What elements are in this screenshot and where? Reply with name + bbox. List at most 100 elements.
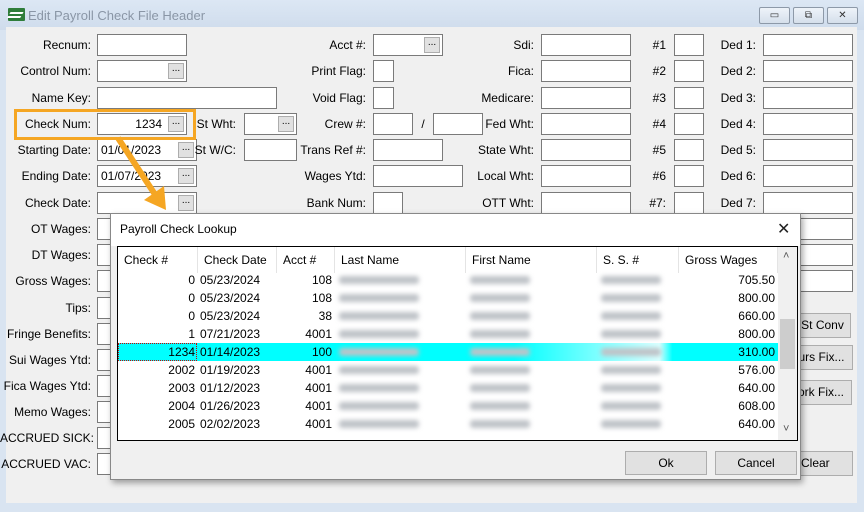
fringe-benefits-label: Fringe Benefits: [6, 327, 91, 341]
dialog-title: Payroll Check Lookup [120, 222, 237, 236]
redacted-last-name [339, 366, 419, 374]
deduction-extra-input[interactable] [800, 270, 853, 292]
deduction-input[interactable] [763, 165, 853, 187]
tax-label: Fica: [507, 64, 534, 78]
table-row[interactable]: 2005 02/02/2023 4001 640.00 [118, 415, 778, 433]
recnum-input[interactable] [97, 34, 187, 56]
cell-gross-wages: 576.00 [738, 363, 775, 377]
lookup-button[interactable]: ... [178, 195, 194, 211]
column-header-check-number[interactable]: Check # [118, 247, 198, 273]
cell-acct-number: 4001 [305, 381, 332, 395]
lookup-button[interactable]: ... [424, 37, 440, 53]
sui-wages-ytd-label: Sui Wages Ytd: [8, 353, 91, 367]
cell-check-number: 2002 [168, 363, 195, 377]
column-header-check-date[interactable]: Check Date [198, 247, 277, 273]
void-flag-label: Void Flag: [312, 91, 366, 105]
table-row[interactable]: 0 05/23/2024 108 800.00 [118, 289, 778, 307]
table-row[interactable]: 1234 01/14/2023 100 310.00 [118, 343, 778, 361]
redacted-last-name [339, 294, 419, 302]
cell-acct-number: 4001 [305, 417, 332, 431]
cell-gross-wages: 310.00 [738, 345, 775, 359]
redacted-first-name [470, 312, 530, 320]
column-header-ssn[interactable]: S. S. # [597, 247, 679, 273]
tax-label: Sdi: [513, 38, 534, 52]
check-lookup-grid[interactable]: ˄ ˅ Check # Check Date Acct # Last Name Firs… [117, 246, 798, 441]
cell-check-number: 0 [188, 309, 195, 323]
deduction-input[interactable] [763, 139, 853, 161]
deduction-input[interactable] [763, 34, 853, 56]
column-header-gross-wages[interactable]: Gross Wages [679, 247, 778, 273]
redacted-first-name [470, 366, 530, 374]
table-row[interactable]: 2002 01/19/2023 4001 576.00 [118, 361, 778, 379]
cell-check-number: 1234 [118, 343, 197, 361]
table-row[interactable]: 2004 01/26/2023 4001 608.00 [118, 397, 778, 415]
cell-check-date: 05/23/2024 [200, 273, 261, 287]
lookup-button[interactable]: ... [168, 63, 184, 79]
acct-input[interactable]: ... [373, 34, 443, 56]
ending-date-label: Ending Date: [21, 169, 91, 183]
control-num-label: Control Num: [20, 64, 91, 78]
deduction-extra-input[interactable] [800, 218, 853, 240]
redacted-first-name [470, 348, 530, 356]
st-0-label: St Wht: [196, 117, 236, 131]
lookup-button[interactable]: ... [178, 168, 194, 184]
tax-input[interactable] [541, 165, 631, 187]
tax-input[interactable] [541, 34, 631, 56]
control-num-input[interactable]: ... [97, 60, 187, 82]
scroll-down-icon[interactable]: ˅ [783, 423, 789, 435]
redacted-ssn [601, 294, 661, 302]
redacted-ssn [601, 330, 661, 338]
cell-acct-number: 108 [311, 273, 332, 287]
crew-input[interactable] [373, 113, 413, 135]
cell-gross-wages: 800.00 [738, 327, 775, 341]
deduction-input[interactable] [763, 192, 853, 214]
redacted-last-name [339, 312, 419, 320]
bank-num-label: Bank Num: [306, 196, 366, 210]
table-row[interactable]: 0 05/23/2024 108 705.50 [118, 271, 778, 289]
cell-check-date: 01/12/2023 [200, 381, 261, 395]
tax-input[interactable] [541, 192, 631, 214]
tips-label: Tips: [65, 301, 91, 315]
deduction-input[interactable] [763, 87, 853, 109]
redacted-first-name [470, 276, 530, 284]
void-flag-input[interactable] [373, 87, 394, 109]
cell-check-date: 05/23/2024 [200, 309, 261, 323]
tax-input[interactable] [541, 139, 631, 161]
cell-check-date: 02/02/2023 [200, 417, 261, 431]
tax-input[interactable] [541, 60, 631, 82]
column-header-acct-number[interactable]: Acct # [277, 247, 335, 273]
ok-button[interactable]: Ok [625, 451, 707, 475]
cell-check-date: 01/19/2023 [200, 363, 261, 377]
vertical-scrollbar[interactable]: ˄ ˅ [778, 247, 797, 440]
fica-wages-ytd-label: Fica Wages Ytd: [3, 379, 91, 393]
crew-separator: / [421, 117, 425, 131]
cancel-button[interactable]: Cancel [715, 451, 797, 475]
scrollbar-thumb[interactable] [780, 319, 795, 369]
deduction-label: Ded 5: [720, 143, 756, 157]
deduction-input[interactable] [763, 60, 853, 82]
scroll-up-icon[interactable]: ˄ [783, 250, 789, 262]
tax-input[interactable] [541, 87, 631, 109]
dialog-close-icon[interactable]: ✕ [777, 219, 790, 239]
wages-ytd-label: Wages Ytd: [304, 169, 366, 183]
cell-check-date: 05/23/2024 [200, 291, 261, 305]
deduction-extra-input[interactable] [800, 244, 853, 266]
deduction-input[interactable] [763, 113, 853, 135]
table-row[interactable]: 0 05/23/2024 38 660.00 [118, 307, 778, 325]
column-header-last-name[interactable]: Last Name [335, 247, 466, 273]
bank-num-input[interactable] [373, 192, 403, 214]
acct-label: Acct #: [329, 38, 366, 52]
redacted-last-name [339, 330, 419, 338]
deduction-code-label: #1 [652, 38, 666, 52]
cell-acct-number: 108 [311, 291, 332, 305]
tax-input[interactable] [541, 113, 631, 135]
gross-wages-label: Gross Wages: [15, 274, 91, 288]
name-key-input[interactable] [97, 87, 277, 109]
print-flag-input[interactable] [373, 60, 394, 82]
tax-label: Fed Wht: [485, 117, 534, 131]
deduction-label: Ded 4: [720, 117, 756, 131]
table-row[interactable]: 2003 01/12/2023 4001 640.00 [118, 379, 778, 397]
trans-ref-input[interactable] [373, 139, 443, 161]
column-header-first-name[interactable]: First Name [466, 247, 597, 273]
table-row[interactable]: 1 07/21/2023 4001 800.00 [118, 325, 778, 343]
